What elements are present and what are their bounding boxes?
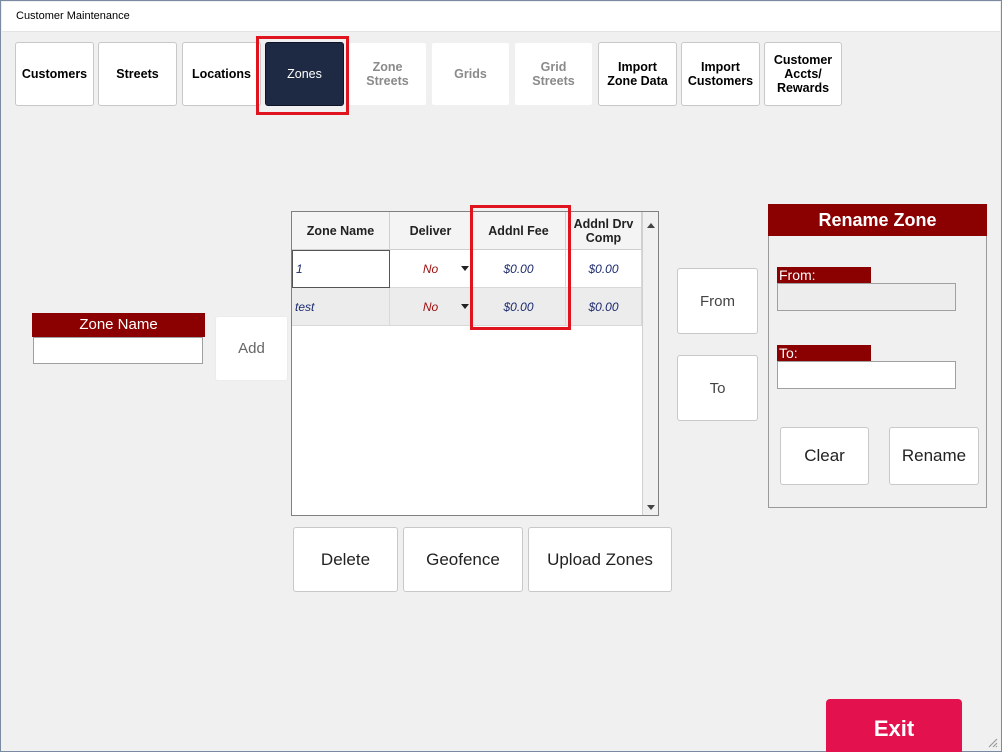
scroll-up-arrow-icon[interactable] xyxy=(647,223,655,228)
to-button[interactable]: To xyxy=(677,355,758,421)
cell-zone-name[interactable]: test xyxy=(292,288,390,326)
zone-name-label: Zone Name xyxy=(32,313,205,337)
tab-customers[interactable]: Customers xyxy=(15,42,94,106)
tab-zone-streets[interactable]: Zone Streets xyxy=(348,42,427,106)
grid-vertical-scrollbar[interactable] xyxy=(642,212,658,515)
upload-zones-button[interactable]: Upload Zones xyxy=(528,527,672,592)
exit-button[interactable]: Exit xyxy=(826,699,962,752)
rename-zone-title: Rename Zone xyxy=(768,204,987,236)
column-header-addnl-drv-comp[interactable]: Addnl Drv Comp xyxy=(566,212,642,250)
customer-maintenance-window: Customer Maintenance Customers Streets L… xyxy=(0,0,1002,752)
deliver-dropdown-arrow-icon[interactable] xyxy=(461,304,469,309)
rename-button[interactable]: Rename xyxy=(889,427,979,485)
from-button[interactable]: From xyxy=(677,268,758,334)
add-button[interactable]: Add xyxy=(215,316,288,381)
tab-locations[interactable]: Locations xyxy=(182,42,261,106)
column-header-deliver[interactable]: Deliver xyxy=(390,212,472,250)
cell-addnl-fee[interactable]: $0.00 xyxy=(472,288,566,326)
from-label: From: xyxy=(777,267,871,283)
delete-button[interactable]: Delete xyxy=(293,527,398,592)
zone-name-input[interactable] xyxy=(33,337,203,364)
cell-deliver[interactable]: No xyxy=(390,288,472,326)
geofence-button[interactable]: Geofence xyxy=(403,527,523,592)
rename-zone-panel: Rename Zone From: To: Clear Rename xyxy=(768,204,987,508)
tab-streets[interactable]: Streets xyxy=(98,42,177,106)
tab-grids[interactable]: Grids xyxy=(431,42,510,106)
tab-import-customers[interactable]: Import Customers xyxy=(681,42,760,106)
resize-grip-icon[interactable] xyxy=(986,736,998,748)
scroll-down-arrow-icon[interactable] xyxy=(647,505,655,510)
tab-customer-accts-rewards[interactable]: Customer Accts/ Rewards xyxy=(764,42,842,106)
to-label: To: xyxy=(777,345,871,361)
tab-import-zone-data[interactable]: Import Zone Data xyxy=(598,42,677,106)
clear-button[interactable]: Clear xyxy=(780,427,869,485)
zones-grid: Zone Name Deliver Addnl Fee Addnl Drv Co… xyxy=(291,211,659,516)
title-bar: Customer Maintenance xyxy=(2,2,1000,32)
cell-deliver[interactable]: No xyxy=(390,250,472,288)
cell-addnl-fee[interactable]: $0.00 xyxy=(472,250,566,288)
tab-zones[interactable]: Zones xyxy=(265,42,344,106)
cell-addnl-drv-comp[interactable]: $0.00 xyxy=(566,288,642,326)
cell-zone-name[interactable]: 1 xyxy=(292,250,390,288)
tab-grid-streets[interactable]: Grid Streets xyxy=(514,42,593,106)
deliver-dropdown-arrow-icon[interactable] xyxy=(461,266,469,271)
column-header-zone-name[interactable]: Zone Name xyxy=(292,212,390,250)
column-header-addnl-fee[interactable]: Addnl Fee xyxy=(472,212,566,250)
to-field[interactable] xyxy=(777,361,956,389)
cell-addnl-drv-comp[interactable]: $0.00 xyxy=(566,250,642,288)
window-title: Customer Maintenance xyxy=(16,10,130,22)
from-field xyxy=(777,283,956,311)
